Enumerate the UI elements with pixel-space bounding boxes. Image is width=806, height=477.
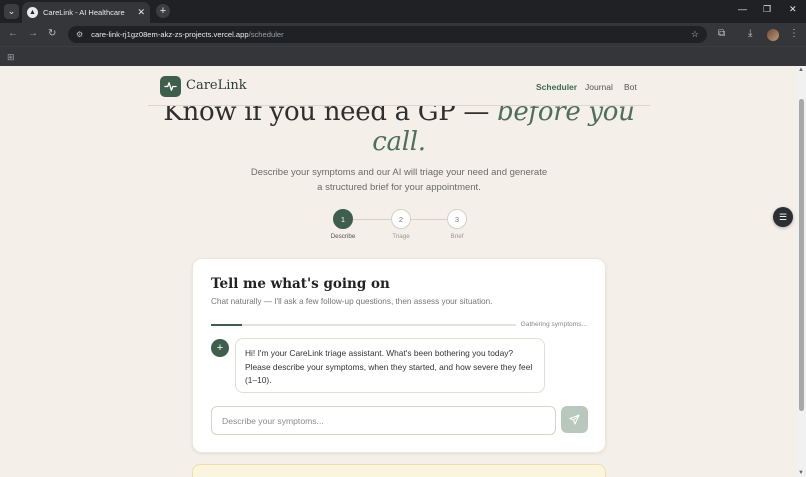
step-connector — [411, 219, 449, 220]
profile-avatar[interactable] — [767, 29, 779, 41]
page-viewport: Know if you need a GP — before you call.… — [0, 66, 797, 477]
step-2-circle: 2 — [391, 209, 411, 229]
hero-title: Know if you need a GP — before you call. — [148, 97, 650, 157]
extensions-icon[interactable]: ⧉ — [718, 28, 725, 39]
chat-card-title: Tell me what's going on — [211, 276, 390, 292]
disclaimer-banner — [192, 464, 606, 477]
scrollbar-thumb[interactable] — [799, 99, 804, 411]
bookmark-star-icon[interactable]: ☆ — [691, 29, 699, 40]
apps-grid-icon[interactable]: ⊞ — [7, 52, 15, 63]
reload-icon[interactable]: ↻ — [48, 28, 56, 39]
floating-menu-button[interactable]: ☰ — [773, 207, 793, 227]
heartbeat-icon — [164, 82, 177, 91]
symptom-progress-fill — [211, 324, 242, 326]
forward-icon[interactable]: → — [28, 28, 38, 39]
send-button[interactable] — [561, 406, 588, 433]
scroll-up-icon[interactable]: ▲ — [798, 67, 804, 73]
nav-bot[interactable]: Bot — [624, 82, 637, 92]
step-2-label: Triage — [392, 233, 410, 240]
hero-subtitle: Describe your symptoms and our AI will t… — [250, 167, 548, 193]
tab-title: CareLink - AI Healthcare — [43, 8, 125, 17]
download-icon[interactable]: ⤓ — [748, 28, 752, 39]
step-3-label: Brief — [450, 233, 464, 240]
back-icon[interactable]: ← — [8, 28, 18, 39]
symptom-progress-bar — [211, 324, 516, 326]
browser-menu-icon[interactable]: ⋮ — [789, 28, 799, 39]
tab-close-icon[interactable]: ✕ — [137, 7, 145, 18]
browser-toolbar: ← → ↻ ⚙ care-link-rj1gz08em-akz-zs-proje… — [0, 23, 806, 46]
symptom-input[interactable] — [211, 406, 556, 435]
chat-card-subtitle: Chat naturally — I'll ask a few follow-u… — [211, 297, 493, 306]
bookmarks-bar: ⊞ — [0, 46, 806, 66]
site-info-icon[interactable]: ⚙ — [76, 30, 83, 39]
scroll-down-icon[interactable]: ▼ — [798, 470, 804, 476]
bot-message-bubble: Hi! I'm your CareLink triage assistant. … — [235, 338, 545, 393]
url-host: care-link-rj1gz08em-akz-zs-projects.verc… — [91, 30, 249, 39]
chat-card: Tell me what's going on Chat naturally —… — [192, 258, 606, 453]
step-connector — [353, 219, 391, 220]
restore-button[interactable]: ❐ — [763, 4, 771, 15]
step-1-circle: 1 — [333, 209, 353, 229]
new-tab-button[interactable]: + — [156, 4, 170, 18]
close-window-button[interactable]: ✕ — [789, 4, 797, 15]
address-bar[interactable]: ⚙ care-link-rj1gz08em-akz-zs-projects.ve… — [68, 26, 707, 43]
nav-journal[interactable]: Journal — [585, 82, 613, 92]
step-3-circle: 3 — [447, 209, 467, 229]
browser-tab[interactable]: ▲ CareLink - AI Healthcare ✕ — [22, 2, 150, 23]
send-icon — [569, 414, 580, 425]
tab-search-icon[interactable]: ⌄ — [4, 4, 19, 19]
browser-tab-bar: ⌄ ▲ CareLink - AI Healthcare ✕ + — ❐ ✕ — [0, 0, 806, 23]
step-1-label: Describe — [330, 233, 356, 240]
minimize-button[interactable]: — — [738, 4, 747, 14]
favicon-icon: ▲ — [27, 7, 38, 18]
nav-scheduler[interactable]: Scheduler — [536, 82, 577, 92]
bot-avatar-plus-icon: + — [211, 339, 229, 357]
pulse-logo-icon[interactable] — [160, 76, 181, 97]
progress-status-label: Gathering symptoms... — [520, 321, 587, 328]
brand-name[interactable]: CareLink — [186, 78, 247, 93]
page-scrollbar[interactable]: ▲ ▼ — [797, 66, 806, 477]
site-header: CareLink Scheduler Journal Bot — [148, 66, 650, 106]
progress-stepper: 1 2 3 Describe Triage Brief — [325, 208, 475, 244]
url-path: /scheduler — [248, 30, 284, 39]
